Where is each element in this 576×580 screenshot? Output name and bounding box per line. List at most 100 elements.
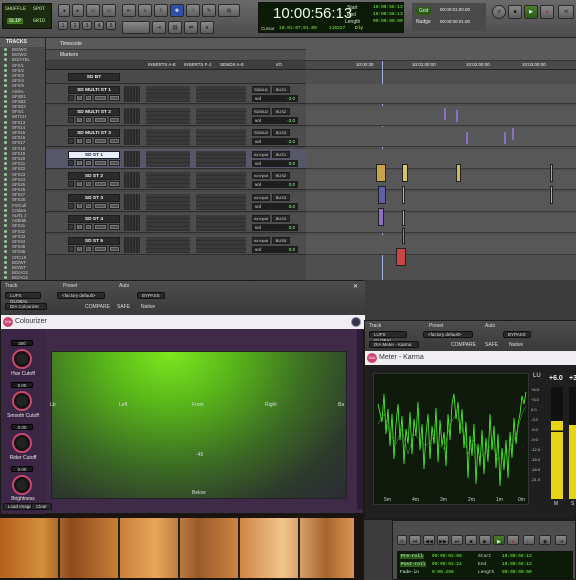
spot-mode-button[interactable]: SPOT bbox=[33, 6, 45, 12]
zoom-in-button[interactable]: ▸ bbox=[72, 4, 84, 17]
start-value[interactable]: 10:00:56:13 bbox=[373, 5, 403, 10]
track-input-selector[interactable]: SDMU3 bbox=[252, 129, 270, 136]
volume-readout[interactable]: vol -2.0 bbox=[252, 116, 298, 124]
track-input-selector[interactable]: no input bbox=[252, 150, 270, 158]
mute-button[interactable]: M bbox=[85, 138, 92, 144]
solo-button[interactable]: S bbox=[76, 224, 83, 230]
rider-cutoff-knob[interactable] bbox=[12, 433, 32, 453]
solo-button[interactable]: S bbox=[76, 181, 83, 187]
insert-slots[interactable] bbox=[146, 215, 190, 231]
volume-readout[interactable]: vol 0.0 bbox=[252, 181, 298, 188]
postroll-label[interactable]: Post-roll bbox=[400, 562, 427, 567]
track-name[interactable]: SD MULTI ST 3 bbox=[68, 129, 120, 137]
timeline-lane[interactable] bbox=[306, 213, 576, 233]
track-name[interactable]: SD MULTI ST 1 bbox=[68, 86, 120, 94]
track-output-selector[interactable]: BUS3 bbox=[272, 129, 290, 136]
audio-clip[interactable] bbox=[402, 164, 408, 182]
volume-readout[interactable]: vol 0.0 bbox=[252, 245, 298, 253]
timeline-lane[interactable] bbox=[306, 127, 576, 147]
length-value[interactable]: 00:00:00:00 bbox=[373, 19, 403, 24]
solo-button[interactable]: S bbox=[76, 245, 83, 252]
record-arm-icon[interactable] bbox=[68, 116, 74, 123]
track-input-selector[interactable]: no input bbox=[252, 215, 270, 222]
clear-button[interactable]: Clear bbox=[31, 503, 52, 510]
mute-button[interactable]: M bbox=[85, 202, 92, 209]
pencil-tool-button[interactable]: ✎ bbox=[202, 4, 216, 17]
track-row[interactable]: SD MULTI ST 2 S Mwave read SDMU2 BUS2 vol -2.0 bbox=[46, 105, 306, 126]
meter-safe-button[interactable]: SAFE bbox=[485, 342, 498, 348]
stop-button[interactable]: ■ bbox=[508, 5, 522, 19]
solo-button[interactable]: S bbox=[76, 95, 83, 101]
grabber-tool-button[interactable]: ✥ bbox=[170, 4, 184, 17]
audio-clip[interactable] bbox=[378, 186, 386, 204]
transport-countoff-button[interactable]: ⇥ bbox=[555, 535, 567, 545]
mute-button[interactable]: M bbox=[85, 95, 92, 101]
zoomer-tool-button[interactable]: ⌕ bbox=[138, 4, 152, 17]
record-arm-icon[interactable] bbox=[68, 245, 74, 252]
automation-mode-selector[interactable]: read bbox=[109, 159, 120, 166]
insert-slots[interactable] bbox=[146, 86, 190, 102]
rider-cutoff-value[interactable]: 0.00 bbox=[11, 424, 33, 430]
record-arm-icon[interactable] bbox=[68, 181, 74, 187]
link-button[interactable]: ⛓ bbox=[168, 21, 182, 34]
transport-start-value[interactable]: 10:00:56:13 bbox=[502, 554, 532, 559]
track-selector[interactable]: LUFS GLOBAL bbox=[5, 292, 41, 304]
meter-track-selector[interactable]: LUFS GLOBAL bbox=[369, 331, 407, 343]
grid-mode-button[interactable]: GRID bbox=[33, 18, 45, 24]
waveform-view-selector[interactable]: wave bbox=[94, 224, 107, 230]
smooth-cutoff-value[interactable]: 0.00 bbox=[11, 382, 33, 388]
transport-return-button[interactable]: ⏮ bbox=[409, 535, 421, 545]
send-slots[interactable] bbox=[196, 236, 246, 253]
insert-slots[interactable] bbox=[146, 172, 190, 188]
bypass-button[interactable]: BYPASS bbox=[137, 292, 165, 299]
insert-slots[interactable] bbox=[146, 129, 190, 145]
volume-readout[interactable]: vol 0.0 bbox=[252, 224, 298, 231]
mute-button[interactable]: M bbox=[85, 116, 92, 123]
mute-button[interactable]: M bbox=[85, 224, 92, 230]
meter-compare-button[interactable]: COMPARE bbox=[451, 342, 476, 348]
automation-mode-selector[interactable]: read bbox=[109, 202, 120, 209]
native-button[interactable]: Native bbox=[141, 304, 155, 310]
automation-mode-selector[interactable]: read bbox=[109, 138, 120, 144]
send-slots[interactable] bbox=[196, 107, 246, 124]
automation-mode-selector[interactable]: read bbox=[109, 181, 120, 187]
volume-readout[interactable]: vol 0.0 bbox=[252, 202, 298, 210]
track-row[interactable]: SD ST 2 S Mwave read no input BUS2 vol 0.0 bbox=[46, 170, 306, 190]
send-slots[interactable] bbox=[196, 86, 246, 102]
sd-bt-track[interactable]: SD BT bbox=[46, 70, 306, 84]
keyboard-focus-button[interactable]: a bbox=[200, 21, 214, 34]
insert-slots[interactable] bbox=[146, 107, 190, 124]
solo-button[interactable]: S bbox=[76, 116, 83, 123]
plugin-selector[interactable]: DIA Colourizer bbox=[5, 303, 47, 310]
record-arm-icon[interactable] bbox=[68, 224, 74, 230]
meter-preset-selector[interactable]: <factory default> bbox=[423, 331, 473, 338]
track-output-selector[interactable]: BUS1 bbox=[272, 86, 290, 93]
waveform-view-selector[interactable]: wave bbox=[94, 95, 107, 101]
brightness-knob[interactable] bbox=[12, 475, 32, 495]
preroll-value[interactable]: 00:00:02:00 bbox=[432, 554, 462, 559]
hue-cutoff-knob[interactable] bbox=[12, 349, 32, 369]
waveform-view-selector[interactable]: wave bbox=[94, 245, 107, 252]
timeline-lane[interactable] bbox=[306, 148, 576, 169]
transport-ffwd-button[interactable]: ▶▶ bbox=[437, 535, 449, 545]
postroll-value[interactable]: 00:00:02:24 bbox=[432, 562, 462, 567]
rewind-button[interactable]: ↺ bbox=[492, 5, 506, 19]
audio-clip[interactable] bbox=[402, 210, 405, 226]
fadein-value[interactable]: 0:00.250 bbox=[432, 570, 454, 575]
send-slots[interactable] bbox=[196, 215, 246, 231]
insert-slots[interactable] bbox=[146, 150, 190, 167]
transport-stop-button[interactable]: ■ bbox=[465, 535, 477, 545]
track-output-selector[interactable]: BUS2 bbox=[272, 107, 290, 115]
track-name[interactable]: SD ST 4 bbox=[68, 215, 120, 223]
send-slots[interactable] bbox=[196, 172, 246, 188]
solo-button[interactable]: S bbox=[76, 202, 83, 209]
track-row[interactable]: SD ST 1 S Mwave read no input BUS1 vol 0.0 bbox=[46, 148, 306, 169]
volume-readout[interactable]: vol -2.0 bbox=[252, 95, 298, 102]
insert-slots[interactable] bbox=[146, 193, 190, 210]
transport-length-value[interactable]: 00:00:00:00 bbox=[502, 570, 532, 575]
timeline-lane[interactable] bbox=[306, 191, 576, 212]
safe-button[interactable]: SAFE bbox=[117, 304, 130, 310]
compare-button[interactable]: COMPARE bbox=[85, 304, 110, 310]
automation-mode-selector[interactable]: read bbox=[109, 245, 120, 252]
track-name[interactable]: SD MULTI ST 2 bbox=[68, 107, 120, 116]
